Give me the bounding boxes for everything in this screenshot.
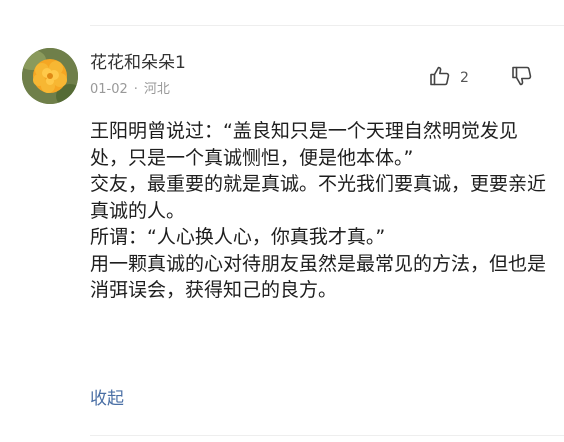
collapse-link[interactable]: 收起 [90, 387, 124, 411]
comment-date: 01-02 [90, 82, 128, 97]
flower-avatar-image [22, 48, 78, 104]
comment-paragraph: 王阳明曾说过：“盖良知只是一个天理自然明觉发见处，只是一个真诚恻怛，便是他本体。… [90, 120, 518, 169]
comment-meta: 01-02 · 河北 [90, 81, 170, 99]
comment-body: 王阳明曾说过：“盖良知只是一个天理自然明觉发见处，只是一个真诚恻怛，便是他本体。… [90, 118, 548, 304]
like-button[interactable]: 2 [428, 64, 469, 92]
thumbs-down-icon [510, 66, 534, 92]
meta-separator: · [133, 82, 138, 97]
username[interactable]: 花花和朵朵1 [90, 52, 186, 74]
top-divider [90, 25, 564, 26]
thumbs-up-icon [428, 64, 452, 92]
avatar[interactable] [22, 48, 78, 104]
comment-paragraph: 交友，最重要的就是真诚。不光我们要真诚，更要亲近真诚的人。 [90, 173, 547, 222]
comment-paragraph: 用一颗真诚的心对待朋友虽然是最常见的方法，但也是消弭误会，获得知己的良方。 [90, 252, 547, 302]
comment-paragraph: 所谓：“人心换人心，你真我才真。” [90, 226, 386, 248]
comment-location: 河北 [143, 82, 170, 97]
bottom-divider [90, 435, 564, 436]
like-count: 2 [460, 70, 469, 86]
dislike-button[interactable] [510, 64, 538, 92]
